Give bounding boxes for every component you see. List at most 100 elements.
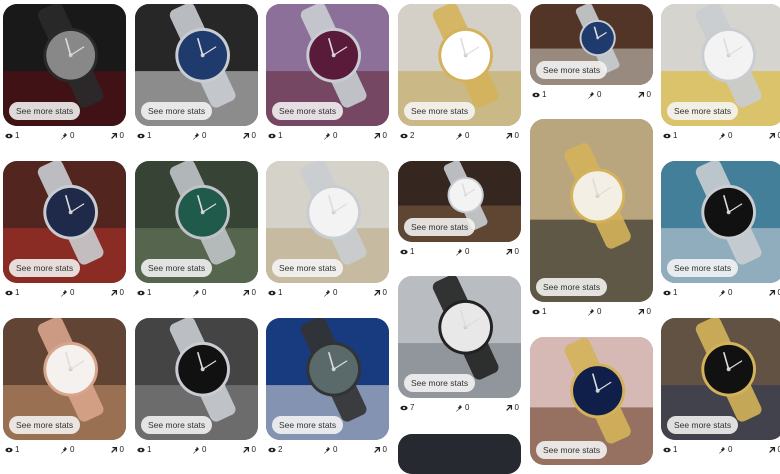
saves-count: 0 [728, 288, 733, 297]
stat-outbound: 0 [373, 445, 387, 454]
pin-icon [719, 446, 726, 454]
see-more-stats-button[interactable]: See more stats [9, 259, 81, 277]
stat-views: 1 [5, 445, 19, 454]
views-count: 1 [673, 288, 678, 297]
views-count: 1 [15, 131, 20, 140]
see-more-stats-button[interactable]: See more stats [9, 102, 81, 120]
see-more-stats-button[interactable]: See more stats [536, 441, 608, 459]
pin-card[interactable]: See more stats [398, 161, 521, 242]
arrow-up-right-icon [768, 132, 775, 139]
pin-icon [61, 132, 68, 140]
stat-outbound: 0 [110, 445, 124, 454]
pin-card[interactable]: See more stats [3, 318, 126, 440]
pin-card[interactable]: See more stats [661, 161, 780, 283]
stat-views: 1 [532, 90, 546, 99]
pin-stats: 1 0 0 [3, 288, 126, 300]
arrow-up-right-icon [242, 446, 249, 453]
pin-icon [193, 132, 200, 140]
stat-outbound: 0 [505, 131, 519, 140]
outbound-count: 0 [119, 288, 124, 297]
eye-icon [268, 447, 276, 452]
pin-stats: 1 0 0 [135, 445, 258, 457]
stat-views: 1 [137, 288, 151, 297]
eye-icon [400, 133, 408, 138]
stat-views: 1 [663, 288, 677, 297]
see-more-stats-button[interactable]: See more stats [272, 416, 344, 434]
see-more-stats-button[interactable]: See more stats [272, 259, 344, 277]
stat-outbound: 0 [242, 288, 256, 297]
pin-card[interactable]: See more stats [398, 276, 521, 398]
stat-saves: 0 [60, 131, 74, 140]
pin-stats: 2 0 0 [398, 131, 521, 143]
see-more-stats-button[interactable]: See more stats [141, 102, 213, 120]
eye-icon [268, 290, 276, 295]
outbound-count: 0 [514, 403, 519, 412]
stat-views: 1 [268, 131, 282, 140]
pin-card[interactable]: See more stats [135, 4, 258, 126]
pin-card[interactable]: See more stats [3, 4, 126, 126]
eye-icon [137, 133, 145, 138]
see-more-stats-button[interactable]: See more stats [9, 416, 81, 434]
stat-outbound: 0 [242, 131, 256, 140]
pin-card[interactable]: See more stats [530, 4, 653, 85]
see-more-stats-button[interactable]: See more stats [667, 102, 739, 120]
see-more-stats-button[interactable]: See more stats [404, 374, 476, 392]
saves-count: 0 [202, 131, 207, 140]
outbound-count: 0 [119, 131, 124, 140]
pin-card[interactable]: See more stats [530, 337, 653, 465]
pin-stats: 1 0 0 [3, 445, 126, 457]
eye-icon [268, 133, 276, 138]
pin-card[interactable]: See more stats [135, 318, 258, 440]
pin-card[interactable]: See more stats [3, 161, 126, 283]
see-more-stats-button[interactable]: See more stats [272, 102, 344, 120]
pin-card[interactable]: See more stats [266, 4, 389, 126]
see-more-stats-button[interactable]: See more stats [404, 218, 476, 236]
eye-icon [532, 309, 540, 314]
outbound-count: 0 [251, 131, 256, 140]
stat-saves: 0 [455, 403, 469, 412]
eye-icon [137, 290, 145, 295]
pin-card[interactable]: See more stats [266, 161, 389, 283]
see-more-stats-button[interactable]: See more stats [536, 278, 608, 296]
views-count: 1 [15, 288, 20, 297]
pin-card[interactable]: See more stats [530, 119, 653, 302]
outbound-count: 0 [382, 445, 387, 454]
views-count: 2 [410, 131, 415, 140]
pin-stats: 1 0 0 [398, 247, 521, 259]
see-more-stats-button[interactable]: See more stats [404, 102, 476, 120]
see-more-stats-button[interactable]: See more stats [141, 259, 213, 277]
stat-views: 1 [5, 131, 19, 140]
outbound-count: 0 [382, 288, 387, 297]
saves-count: 0 [70, 288, 75, 297]
eye-icon [663, 290, 671, 295]
stat-saves: 0 [718, 288, 732, 297]
see-more-stats-button[interactable]: See more stats [536, 61, 608, 79]
pin-card[interactable]: See more stats [661, 4, 780, 126]
pin-card[interactable]: See more stats [266, 318, 389, 440]
stat-views: 1 [532, 307, 546, 316]
arrow-up-right-icon [637, 91, 644, 98]
outbound-count: 0 [646, 90, 651, 99]
see-more-stats-button[interactable]: See more stats [667, 259, 739, 277]
see-more-stats-button[interactable]: See more stats [667, 416, 739, 434]
pin-icon [61, 446, 68, 454]
pin-card[interactable]: See more stats [661, 318, 780, 440]
pin-card[interactable] [398, 434, 521, 474]
eye-icon [137, 447, 145, 452]
stat-views: 7 [400, 403, 414, 412]
arrow-up-right-icon [768, 446, 775, 453]
pin-card[interactable]: See more stats [398, 4, 521, 126]
stat-saves: 0 [455, 247, 469, 256]
stat-outbound: 0 [768, 445, 780, 454]
arrow-up-right-icon [110, 132, 117, 139]
pin-stats: 1 0 0 [266, 131, 389, 143]
outbound-count: 0 [514, 247, 519, 256]
pin-card[interactable]: See more stats [135, 161, 258, 283]
outbound-count: 0 [251, 445, 256, 454]
eye-icon [663, 447, 671, 452]
stat-saves: 0 [60, 288, 74, 297]
pin-icon [588, 91, 595, 99]
saves-count: 0 [202, 445, 207, 454]
see-more-stats-button[interactable]: See more stats [141, 416, 213, 434]
pin-stats: 2 0 0 [266, 445, 389, 457]
